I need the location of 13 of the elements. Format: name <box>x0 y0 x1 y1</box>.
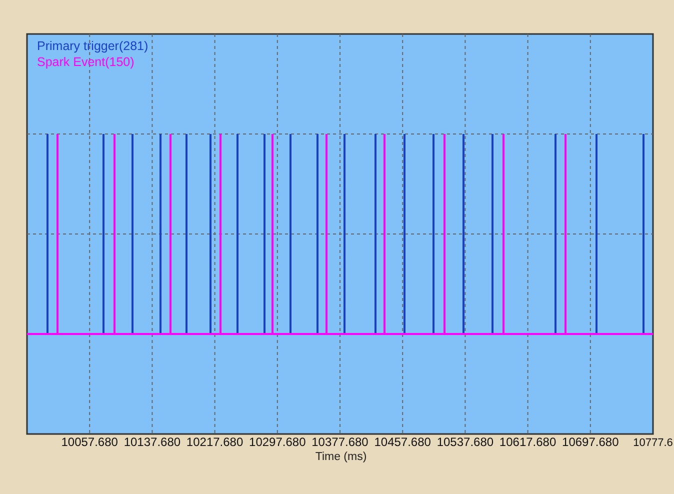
legend-label: Spark Event(150) <box>37 55 134 69</box>
tick-label: 10697.680 <box>562 435 619 449</box>
tick-label: 10297.680 <box>249 435 306 449</box>
tick-label: 10537.680 <box>436 435 494 449</box>
tick-label: 10457.680 <box>374 435 431 449</box>
axis-title: Time (ms) <box>315 451 367 463</box>
tick-label: 10137.680 <box>124 435 181 449</box>
legend-label: Primary trigger(281) <box>37 39 148 53</box>
tick-label: 10617.680 <box>499 435 556 449</box>
tick-label: 10377.680 <box>312 435 368 449</box>
tick-label: 10057.680 <box>61 435 118 449</box>
tick-label: 10777.6 <box>633 437 673 449</box>
tick-label: 10217.680 <box>186 435 244 449</box>
